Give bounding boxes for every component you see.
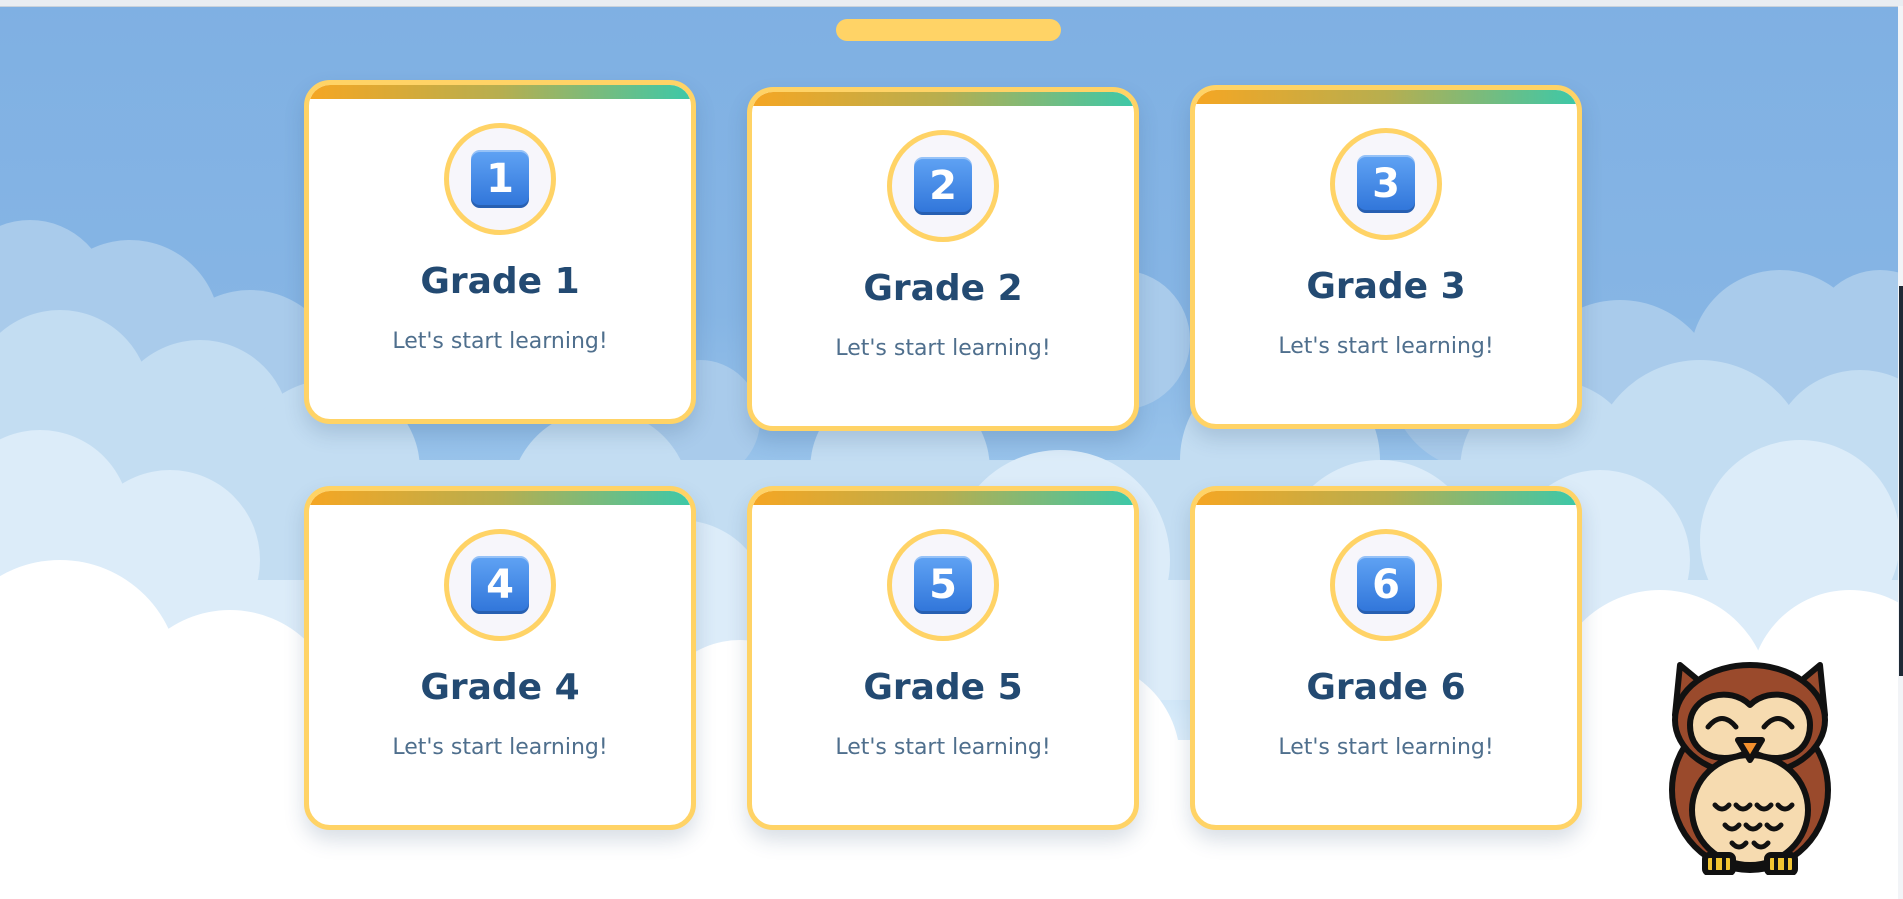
number-keycap-icon: 4 [471, 556, 529, 614]
number-badge: 2 [887, 130, 999, 242]
grade-card-4[interactable]: 4 Grade 4 Let's start learning! [304, 486, 696, 830]
card-accent-bar [752, 491, 1134, 505]
grade-selection-page: 1 Grade 1 Let's start learning! 2 Grade … [0, 0, 1903, 899]
grade-subtitle: Let's start learning! [392, 329, 608, 354]
number-badge: 5 [887, 529, 999, 641]
number-badge: 3 [1330, 128, 1442, 240]
number-keycap-icon: 2 [914, 157, 972, 215]
card-accent-bar [309, 85, 691, 99]
card-accent-bar [1195, 491, 1577, 505]
number-keycap-icon: 6 [1357, 556, 1415, 614]
grade-card-2[interactable]: 2 Grade 2 Let's start learning! [747, 87, 1139, 431]
grade-title: Grade 6 [1306, 667, 1466, 708]
grade-subtitle: Let's start learning! [1278, 334, 1494, 359]
number-keycap-icon: 1 [471, 150, 529, 208]
grade-subtitle: Let's start learning! [835, 336, 1051, 361]
number-badge: 4 [444, 529, 556, 641]
grade-card-5[interactable]: 5 Grade 5 Let's start learning! [747, 486, 1139, 830]
grade-subtitle: Let's start learning! [835, 735, 1051, 760]
number-badge: 1 [444, 123, 556, 235]
grade-title: Grade 2 [863, 268, 1023, 309]
grade-title: Grade 1 [420, 261, 580, 302]
scrollbar[interactable] [1898, 6, 1903, 899]
grade-card-6[interactable]: 6 Grade 6 Let's start learning! [1190, 486, 1582, 830]
grade-subtitle: Let's start learning! [392, 735, 608, 760]
scrollbar-thumb[interactable] [1899, 286, 1903, 676]
card-accent-bar [752, 92, 1134, 106]
card-accent-bar [1195, 90, 1577, 104]
grade-card-3[interactable]: 3 Grade 3 Let's start learning! [1190, 85, 1582, 429]
card-accent-bar [309, 491, 691, 505]
grade-card-1[interactable]: 1 Grade 1 Let's start learning! [304, 80, 696, 424]
grade-title: Grade 4 [420, 667, 580, 708]
number-keycap-icon: 5 [914, 556, 972, 614]
number-keycap-icon: 3 [1357, 155, 1415, 213]
grade-subtitle: Let's start learning! [1278, 735, 1494, 760]
top-handle [836, 19, 1061, 41]
number-badge: 6 [1330, 529, 1442, 641]
grade-title: Grade 3 [1306, 266, 1466, 307]
grade-title: Grade 5 [863, 667, 1023, 708]
owl-mascot-icon [1669, 662, 1831, 875]
